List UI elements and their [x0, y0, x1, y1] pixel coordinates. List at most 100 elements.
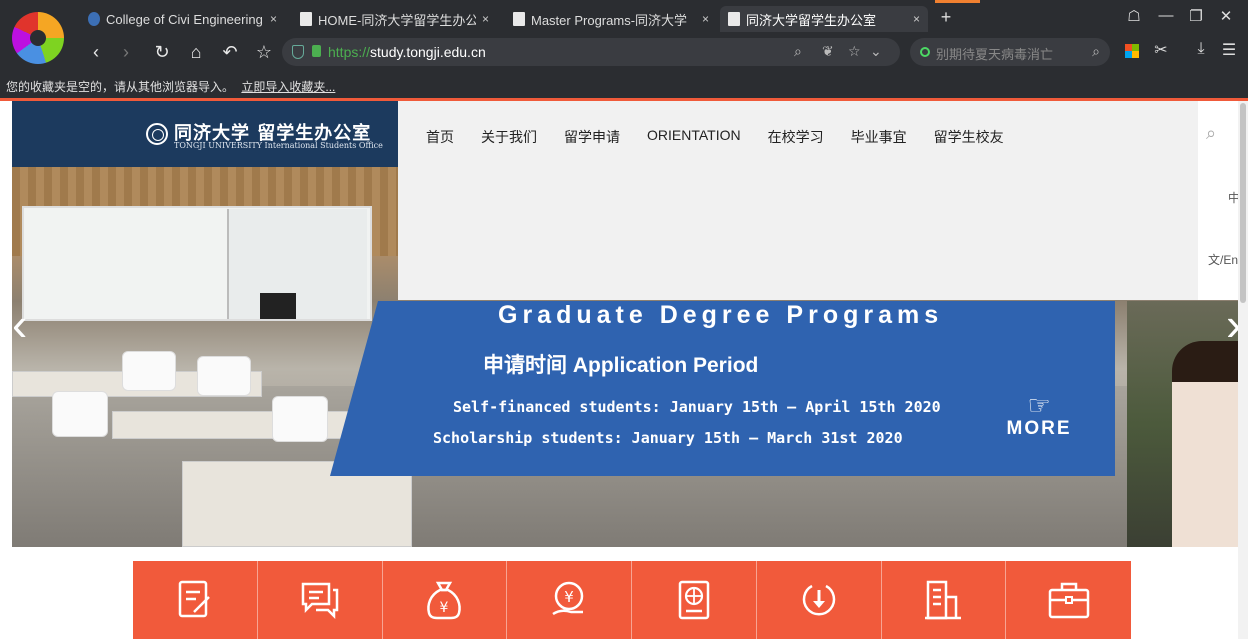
close-icon[interactable]: × [270, 12, 277, 26]
back-icon[interactable]: ‹ [84, 38, 108, 66]
banner-chair [52, 391, 108, 437]
banner-chair [122, 351, 176, 391]
briefcase-icon [1048, 582, 1089, 619]
close-icon[interactable]: × [482, 12, 489, 26]
lang-cn: 中 [1227, 191, 1240, 205]
promo-subtitle: 申请时间 Application Period [483, 354, 759, 377]
web-page: Graduate Degree Programs 申请时间 Applicatio… [0, 101, 1248, 639]
pointing-hand-icon: ☞ [1027, 390, 1051, 420]
globe-icon [88, 12, 100, 26]
reload-icon[interactable]: ↻ [150, 38, 174, 66]
scrollbar-thumb[interactable] [1240, 103, 1246, 303]
quick-link-form[interactable] [133, 561, 258, 639]
apps-icon[interactable] [1125, 44, 1139, 58]
banner-screen [260, 293, 296, 319]
close-icon[interactable]: × [702, 12, 709, 26]
quick-link-career[interactable] [1006, 561, 1131, 639]
carousel-prev-icon[interactable]: ‹ [12, 301, 27, 347]
tab-home[interactable]: HOME-同济大学留学生办公室 × [292, 6, 497, 32]
tab-isso[interactable]: 同济大学留学生办公室 × [720, 6, 928, 32]
passport-icon [678, 580, 710, 620]
promo-line-self-financed: Self-financed students: January 15th – A… [453, 398, 941, 416]
quick-link-payment[interactable]: ¥ [507, 561, 632, 639]
tab-label: College of Civi Engineering [106, 11, 263, 27]
scissors-icon[interactable]: ✂ [1150, 40, 1172, 60]
download-arrow-icon[interactable]: ⤓ [1190, 40, 1212, 58]
more-button[interactable]: ☞ MORE [1003, 392, 1075, 440]
tab-master-programs[interactable]: Master Programs-同济大学 × [505, 6, 717, 32]
site-search-icon[interactable]: ⌕ [1206, 123, 1216, 144]
quick-link-visa[interactable] [632, 561, 757, 639]
banner-desk [112, 411, 372, 439]
tab-label: Master Programs-同济大学 [531, 12, 688, 28]
lang-en: 文/Eng [1208, 253, 1245, 267]
minimize-icon[interactable]: — [1152, 7, 1180, 24]
menu-icon[interactable]: ☰ [1218, 40, 1240, 60]
more-label: MORE [1006, 418, 1072, 439]
leaf-icon[interactable]: ❦ [822, 43, 834, 60]
right-utility-column: ⌕ 中 文/Eng [1198, 101, 1245, 300]
zoom-icon[interactable]: ⌕ [794, 43, 802, 60]
bookmark-bar: 您的收藏夹是空的，请从其他浏览器导入。 立即导入收藏夹... [0, 72, 1248, 98]
payment-icon: ¥ [552, 581, 584, 616]
search-input[interactable]: 别期待夏天病毒消亡 ⌕ [910, 38, 1110, 66]
url-text[interactable]: https://study.tongji.edu.cn [328, 44, 486, 60]
site-logo[interactable]: 同济大学 留学生办公室 TONGJI UNIVERSITY Internatio… [12, 101, 398, 167]
undo-icon[interactable]: ↶ [218, 38, 242, 66]
restore-icon[interactable]: ❐ [1182, 7, 1210, 25]
svg-text:¥: ¥ [440, 600, 449, 616]
shield-icon [292, 45, 304, 59]
nav-about[interactable]: 关于我们 [481, 127, 537, 147]
university-seal-icon [146, 123, 168, 145]
logo-text-en: TONGJI UNIVERSITY International Students… [174, 141, 383, 150]
building-icon [925, 580, 962, 620]
quick-links-bar: ¥ ¥ [133, 561, 1131, 639]
banner-chair [272, 396, 328, 442]
home-icon[interactable]: ⌂ [184, 38, 208, 66]
page-icon [300, 12, 312, 26]
new-tab-button[interactable]: + [935, 0, 980, 30]
banner-person [1172, 341, 1238, 547]
window-close-icon[interactable]: ✕ [1212, 7, 1240, 25]
forward-icon[interactable]: › [114, 38, 138, 66]
nav-graduation[interactable]: 毕业事宜 [851, 127, 907, 147]
form-icon [178, 580, 210, 618]
page-icon [513, 12, 525, 26]
url-host: study.tongji.edu.cn [370, 44, 486, 60]
language-switch[interactable]: 中 文/Eng [1208, 191, 1245, 267]
page-icon [728, 12, 740, 26]
favorite-icon[interactable]: ☆ [848, 43, 861, 60]
browser-logo[interactable] [12, 12, 64, 64]
tab-college-civil[interactable]: College of Civi Engineering × [80, 6, 285, 32]
chevron-down-icon[interactable]: ⌄ [870, 43, 882, 60]
search-icon[interactable]: ⌕ [1092, 43, 1100, 60]
import-bookmarks-link[interactable]: 立即导入收藏夹... [241, 80, 335, 94]
quick-link-consult[interactable] [258, 561, 383, 639]
promo-line-scholarship: Scholarship students: January 15th – Mar… [433, 429, 903, 447]
quick-link-scholarship[interactable]: ¥ [383, 561, 508, 639]
close-icon[interactable]: × [913, 12, 920, 26]
skin-icon[interactable]: ☖ [1120, 7, 1148, 25]
banner-chair [197, 356, 251, 396]
scholarship-bag-icon: ¥ [427, 581, 462, 620]
tab-label: 同济大学留学生办公室 [746, 12, 877, 28]
search-engine-icon [920, 47, 930, 57]
page-scrollbar[interactable] [1238, 101, 1248, 639]
nav-study[interactable]: 在校学习 [768, 127, 824, 147]
nav-alumni[interactable]: 留学生校友 [934, 127, 1004, 147]
download-icon [802, 584, 835, 616]
nav-apply[interactable]: 留学申请 [564, 127, 620, 147]
tab-label: HOME-同济大学留学生办公室 [318, 12, 476, 28]
search-placeholder: 别期待夏天病毒消亡 [936, 47, 1054, 62]
address-bar[interactable]: https://study.tongji.edu.cn ⌕ ❦ ☆ ⌄ [282, 38, 900, 66]
nav-orientation[interactable]: ORIENTATION [647, 127, 741, 147]
svg-text:¥: ¥ [564, 588, 574, 606]
nav-home[interactable]: 首页 [426, 127, 454, 147]
quick-link-download[interactable] [757, 561, 882, 639]
bookmark-star-icon[interactable]: ☆ [252, 38, 276, 66]
bookmark-message: 您的收藏夹是空的，请从其他浏览器导入。 [6, 80, 235, 94]
quick-link-campus[interactable] [882, 561, 1007, 639]
chat-icon [301, 582, 338, 620]
lock-icon [312, 45, 321, 57]
main-nav: 首页 关于我们 留学申请 ORIENTATION 在校学习 毕业事宜 留学生校友 [398, 101, 1198, 300]
